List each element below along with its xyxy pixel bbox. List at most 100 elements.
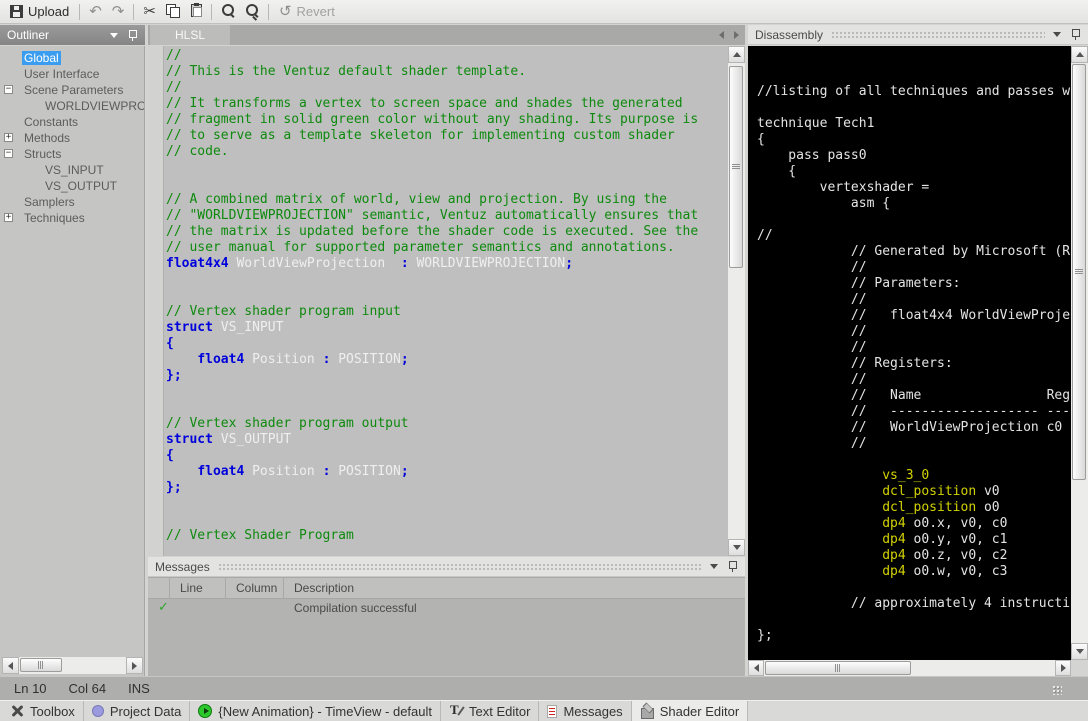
- editor-gutter: [148, 46, 164, 556]
- resize-grip[interactable]: [1052, 685, 1062, 695]
- chevron-down-icon[interactable]: [110, 33, 118, 38]
- scroll-left-button[interactable]: [2, 657, 19, 674]
- editor-vscrollbar[interactable]: [728, 46, 745, 556]
- taskbar-item-text-editor[interactable]: Text Editor: [441, 701, 539, 721]
- undo-icon[interactable]: ↶: [84, 4, 107, 19]
- taskbar-item-toolbox[interactable]: Toolbox: [2, 701, 84, 721]
- column-header-description[interactable]: Description: [284, 578, 745, 598]
- search-replace-icon[interactable]: [240, 3, 264, 20]
- disassembly-hscrollbar[interactable]: [748, 660, 1071, 676]
- collapse-icon[interactable]: −: [4, 149, 13, 158]
- status-line: Ln 10: [14, 681, 47, 696]
- revert-icon: ↺: [279, 4, 292, 19]
- expand-icon[interactable]: +: [4, 133, 13, 142]
- magnifier-glyph: [221, 3, 235, 17]
- toolbar-separator: [79, 4, 80, 20]
- scroll-left-icon: [8, 662, 13, 670]
- redo-icon[interactable]: ↷: [107, 4, 130, 19]
- tree-item-label: Samplers: [22, 195, 77, 209]
- code-line: // code.: [166, 144, 727, 160]
- tree-item-label: VS_INPUT: [43, 163, 106, 177]
- tree-item-worldviewprojection[interactable]: WORLDVIEWPROJECTION: [0, 98, 144, 114]
- disassembly-title: Disassembly: [748, 28, 823, 42]
- tab-scroll-right-icon[interactable]: [734, 31, 739, 39]
- taskbar-item-new-animation-timeview-default[interactable]: {New Animation} - TimeView - default: [190, 701, 441, 721]
- tree-item-vs-input[interactable]: VS_INPUT: [0, 162, 144, 178]
- collapse-icon[interactable]: −: [4, 85, 13, 94]
- scroll-thumb[interactable]: [765, 661, 911, 675]
- pin-icon[interactable]: [1071, 28, 1080, 41]
- taskbar-item-shader-editor[interactable]: Shader Editor: [632, 701, 749, 721]
- code-line: // Vertex shader program output: [166, 416, 727, 432]
- tree-item-label: Techniques: [22, 211, 87, 225]
- scroll-right-button[interactable]: [126, 657, 143, 674]
- disassembly-line: // float4x4 WorldViewProjection: [757, 308, 1071, 324]
- code-line: // "WORLDVIEWPROJECTION" semantic, Ventu…: [166, 208, 727, 224]
- code-line: [166, 384, 727, 400]
- disassembly-line: {: [757, 164, 1071, 180]
- scroll-right-button[interactable]: [1055, 660, 1071, 676]
- save-icon: [10, 5, 23, 18]
- horizontal-splitter[interactable]: [148, 556, 745, 557]
- tree-item-scene-parameters[interactable]: −Scene Parameters: [0, 82, 144, 98]
- pin-icon[interactable]: [128, 29, 137, 42]
- scroll-thumb[interactable]: [20, 658, 62, 672]
- taskbar-item-project-data[interactable]: Project Data: [84, 701, 191, 721]
- tab-hlsl[interactable]: HLSL: [150, 25, 230, 45]
- scroll-left-button[interactable]: [748, 660, 764, 676]
- disassembly-line: //: [757, 260, 1071, 276]
- cut-icon[interactable]: ✂: [138, 4, 161, 19]
- code-line: [166, 176, 727, 192]
- scroll-down-button[interactable]: [1071, 643, 1088, 660]
- scroll-up-button[interactable]: [728, 46, 745, 63]
- scroll-down-button[interactable]: [728, 539, 745, 556]
- code-line: // to serve as a template skeleton for i…: [166, 128, 727, 144]
- vertical-splitter[interactable]: [145, 25, 148, 676]
- code-editor[interactable]: //// This is the Ventuz default shader t…: [148, 46, 745, 556]
- toolbar-separator: [268, 4, 269, 20]
- chevron-down-icon[interactable]: [1053, 32, 1061, 37]
- disassembly-line: dp4 o0.y, v0, c1: [757, 532, 1071, 548]
- pin-icon[interactable]: [728, 560, 737, 573]
- message-description: Compilation successful: [284, 601, 745, 615]
- disassembly-line: };: [757, 628, 1071, 644]
- chevron-down-icon[interactable]: [710, 564, 718, 569]
- code-line: float4x4 WorldViewProjection : WORLDVIEW…: [166, 256, 727, 272]
- expand-icon[interactable]: +: [4, 213, 13, 222]
- disassembly-line: dp4 o0.z, v0, c2: [757, 548, 1071, 564]
- code-line: // user manual for supported parameter s…: [166, 240, 727, 256]
- search-icon[interactable]: [216, 3, 240, 20]
- column-header-column[interactable]: Column: [226, 578, 284, 598]
- vertical-splitter[interactable]: [745, 25, 748, 676]
- scroll-thumb[interactable]: [1072, 64, 1086, 480]
- tree-item-global[interactable]: Global: [0, 50, 144, 66]
- disassembly-line: [757, 644, 1071, 660]
- disassembly-panel: //listing of all techniques and passes w…: [748, 46, 1071, 660]
- scroll-up-button[interactable]: [1071, 46, 1088, 63]
- scroll-right-icon: [1061, 664, 1066, 672]
- taskbar-item-messages[interactable]: Messages: [539, 701, 631, 721]
- disassembly-vscrollbar[interactable]: [1071, 46, 1088, 660]
- copy-icon[interactable]: [161, 4, 184, 20]
- paste-icon[interactable]: [184, 4, 207, 20]
- column-header-line[interactable]: Line: [170, 578, 226, 598]
- message-row[interactable]: ✓Compilation successful: [148, 599, 745, 616]
- tree-item-samplers[interactable]: Samplers: [0, 194, 144, 210]
- revert-button[interactable]: ↺ Revert: [273, 2, 341, 21]
- tree-item-techniques[interactable]: + Techniques: [0, 210, 144, 226]
- scroll-thumb[interactable]: [729, 66, 743, 268]
- tree-item-methods[interactable]: +Methods: [0, 130, 144, 146]
- disassembly-line: pass pass0: [757, 148, 1071, 164]
- tree-item-structs[interactable]: −Structs: [0, 146, 144, 162]
- code-line: // fragment in solid green color without…: [166, 112, 727, 128]
- tab-scroll-left-icon[interactable]: [719, 31, 724, 39]
- upload-button[interactable]: Upload: [4, 2, 75, 21]
- tree-item-vs-output[interactable]: VS_OUTPUT: [0, 178, 144, 194]
- tree-item-constants[interactable]: Constants: [0, 114, 144, 130]
- code-line: {: [166, 448, 727, 464]
- tree-item-user-interface[interactable]: User Interface: [0, 66, 144, 82]
- outliner-hscrollbar[interactable]: [2, 657, 143, 674]
- messages-rows: ✓Compilation successful: [148, 599, 745, 616]
- column-header-icon[interactable]: [148, 578, 170, 598]
- code-line: float4 Position : POSITION;: [166, 352, 727, 368]
